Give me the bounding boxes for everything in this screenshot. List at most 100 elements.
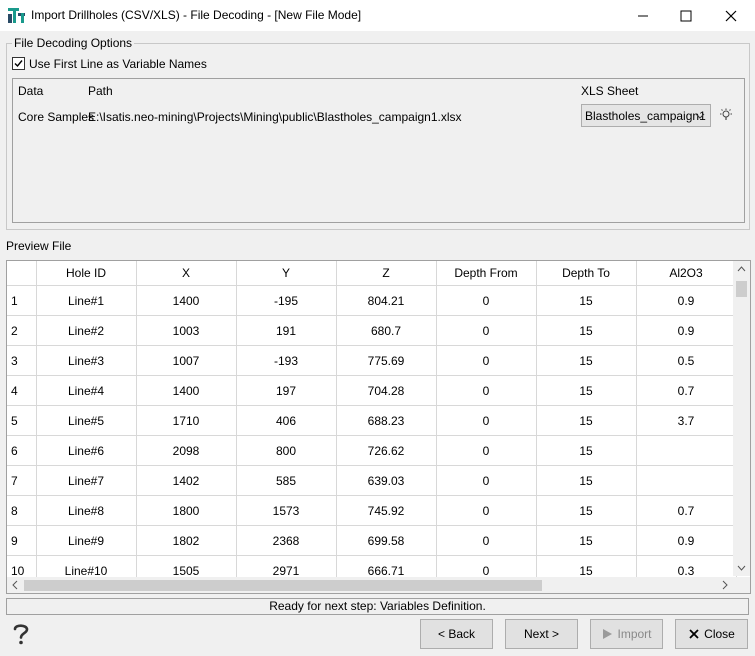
table-cell[interactable]: 0 bbox=[436, 405, 537, 436]
use-first-line-checkbox[interactable] bbox=[12, 57, 25, 70]
table-cell[interactable]: 699.58 bbox=[336, 525, 437, 556]
table-cell[interactable]: 0.9 bbox=[636, 525, 737, 556]
table-cell[interactable]: 406 bbox=[236, 405, 337, 436]
table-cell[interactable]: 0 bbox=[436, 465, 537, 496]
table-cell[interactable]: 0 bbox=[436, 525, 537, 556]
table-cell[interactable] bbox=[636, 465, 737, 496]
table-cell[interactable]: 1800 bbox=[136, 495, 237, 526]
table-cell[interactable]: 191 bbox=[236, 315, 337, 346]
table-cell[interactable]: -195 bbox=[236, 285, 337, 316]
table-cell[interactable]: 0 bbox=[436, 315, 537, 346]
table-cell[interactable]: 15 bbox=[536, 375, 637, 406]
table-cell[interactable]: 15 bbox=[536, 315, 637, 346]
scroll-right-icon[interactable] bbox=[716, 577, 733, 593]
table-cell[interactable]: 1400 bbox=[136, 285, 237, 316]
table-row[interactable]: 1 Line#1 1400 -195 804.21 0 15 0.9 bbox=[7, 285, 737, 316]
table-cell[interactable]: Line#6 bbox=[36, 435, 137, 466]
table-cell[interactable]: Line#2 bbox=[36, 315, 137, 346]
table-cell[interactable]: 0 bbox=[436, 435, 537, 466]
table-row[interactable]: 9 Line#9 1802 2368 699.58 0 15 0.9 bbox=[7, 525, 737, 556]
table-cell[interactable]: 0.7 bbox=[636, 375, 737, 406]
table-cell[interactable]: 0.5 bbox=[636, 345, 737, 376]
table-cell[interactable] bbox=[636, 435, 737, 466]
table-cell[interactable]: 0 bbox=[436, 375, 537, 406]
table-cell[interactable]: 2368 bbox=[236, 525, 337, 556]
minimize-button[interactable] bbox=[620, 0, 665, 31]
table-cell[interactable]: Line#3 bbox=[36, 345, 137, 376]
table-cell[interactable]: 15 bbox=[536, 525, 637, 556]
preview-table[interactable]: Hole ID X Y Z Depth From Depth To Al2O3 … bbox=[6, 260, 751, 594]
table-cell[interactable]: 726.62 bbox=[336, 435, 437, 466]
table-cell[interactable]: 2098 bbox=[136, 435, 237, 466]
column-header[interactable]: X bbox=[136, 261, 237, 286]
table-cell[interactable]: 1710 bbox=[136, 405, 237, 436]
table-row[interactable]: 7 Line#7 1402 585 639.03 0 15 bbox=[7, 465, 737, 496]
table-cell[interactable]: 704.28 bbox=[336, 375, 437, 406]
table-cell[interactable]: 639.03 bbox=[336, 465, 437, 496]
back-button[interactable]: < Back bbox=[420, 619, 493, 649]
import-button[interactable]: Import bbox=[590, 619, 663, 649]
table-cell[interactable]: 15 bbox=[536, 435, 637, 466]
table-cell[interactable]: 15 bbox=[536, 345, 637, 376]
table-cell[interactable]: Line#1 bbox=[36, 285, 137, 316]
help-icon[interactable] bbox=[11, 622, 31, 646]
table-cell[interactable]: 1007 bbox=[136, 345, 237, 376]
table-cell[interactable]: 745.92 bbox=[336, 495, 437, 526]
next-button[interactable]: Next > bbox=[505, 619, 578, 649]
table-cell[interactable]: 0 bbox=[436, 345, 537, 376]
table-row[interactable]: 4 Line#4 1400 197 704.28 0 15 0.7 bbox=[7, 375, 737, 406]
table-cell[interactable]: Line#5 bbox=[36, 405, 137, 436]
table-cell[interactable]: 197 bbox=[236, 375, 337, 406]
table-cell[interactable]: 0.9 bbox=[636, 285, 737, 316]
table-cell[interactable]: 688.23 bbox=[336, 405, 437, 436]
table-cell[interactable]: -193 bbox=[236, 345, 337, 376]
table-cell[interactable]: 15 bbox=[536, 465, 637, 496]
column-header[interactable]: Al2O3 bbox=[636, 261, 737, 286]
xls-sheet-select[interactable]: Blastholes_campaign1 bbox=[581, 104, 711, 127]
table-cell[interactable]: Line#9 bbox=[36, 525, 137, 556]
horizontal-scroll-thumb[interactable] bbox=[24, 580, 542, 591]
column-header[interactable]: Y bbox=[236, 261, 337, 286]
table-cell[interactable]: Line#7 bbox=[36, 465, 137, 496]
column-header[interactable]: Depth From bbox=[436, 261, 537, 286]
vertical-scrollbar[interactable] bbox=[733, 261, 750, 576]
column-header[interactable]: Z bbox=[336, 261, 437, 286]
horizontal-scrollbar[interactable] bbox=[7, 577, 733, 593]
maximize-button[interactable] bbox=[663, 0, 708, 31]
table-cell[interactable]: 0 bbox=[436, 495, 537, 526]
use-first-line-label[interactable]: Use First Line as Variable Names bbox=[29, 57, 207, 71]
table-cell[interactable]: 800 bbox=[236, 435, 337, 466]
table-cell[interactable]: Line#4 bbox=[36, 375, 137, 406]
table-cell[interactable]: 0.9 bbox=[636, 315, 737, 346]
table-cell[interactable]: 1400 bbox=[136, 375, 237, 406]
scroll-up-icon[interactable] bbox=[733, 261, 750, 278]
table-row[interactable]: 2 Line#2 1003 191 680.7 0 15 0.9 bbox=[7, 315, 737, 346]
table-cell[interactable]: 15 bbox=[536, 405, 637, 436]
table-row[interactable]: 6 Line#6 2098 800 726.62 0 15 bbox=[7, 435, 737, 466]
scroll-left-icon[interactable] bbox=[7, 577, 24, 593]
table-cell[interactable]: 1402 bbox=[136, 465, 237, 496]
table-cell[interactable]: 775.69 bbox=[336, 345, 437, 376]
table-cell[interactable]: 15 bbox=[536, 495, 637, 526]
close-button[interactable]: Close bbox=[675, 619, 748, 649]
table-row[interactable]: 3 Line#3 1007 -193 775.69 0 15 0.5 bbox=[7, 345, 737, 376]
close-window-button[interactable] bbox=[708, 0, 753, 31]
table-cell[interactable]: 15 bbox=[536, 285, 637, 316]
table-cell[interactable]: 804.21 bbox=[336, 285, 437, 316]
table-cell[interactable]: 3.7 bbox=[636, 405, 737, 436]
table-cell[interactable]: Line#8 bbox=[36, 495, 137, 526]
scroll-down-icon[interactable] bbox=[733, 559, 750, 576]
column-header[interactable]: Depth To bbox=[536, 261, 637, 286]
table-cell[interactable]: 585 bbox=[236, 465, 337, 496]
lightbulb-icon[interactable] bbox=[719, 108, 733, 122]
table-cell[interactable]: 0.7 bbox=[636, 495, 737, 526]
table-cell[interactable]: 1003 bbox=[136, 315, 237, 346]
table-cell[interactable]: 1573 bbox=[236, 495, 337, 526]
table-row[interactable]: 5 Line#5 1710 406 688.23 0 15 3.7 bbox=[7, 405, 737, 436]
column-header[interactable]: Hole ID bbox=[36, 261, 137, 286]
vertical-scroll-thumb[interactable] bbox=[736, 281, 747, 297]
table-cell[interactable]: 1802 bbox=[136, 525, 237, 556]
table-cell[interactable]: 0 bbox=[436, 285, 537, 316]
table-cell[interactable]: 680.7 bbox=[336, 315, 437, 346]
table-row[interactable]: 8 Line#8 1800 1573 745.92 0 15 0.7 bbox=[7, 495, 737, 526]
